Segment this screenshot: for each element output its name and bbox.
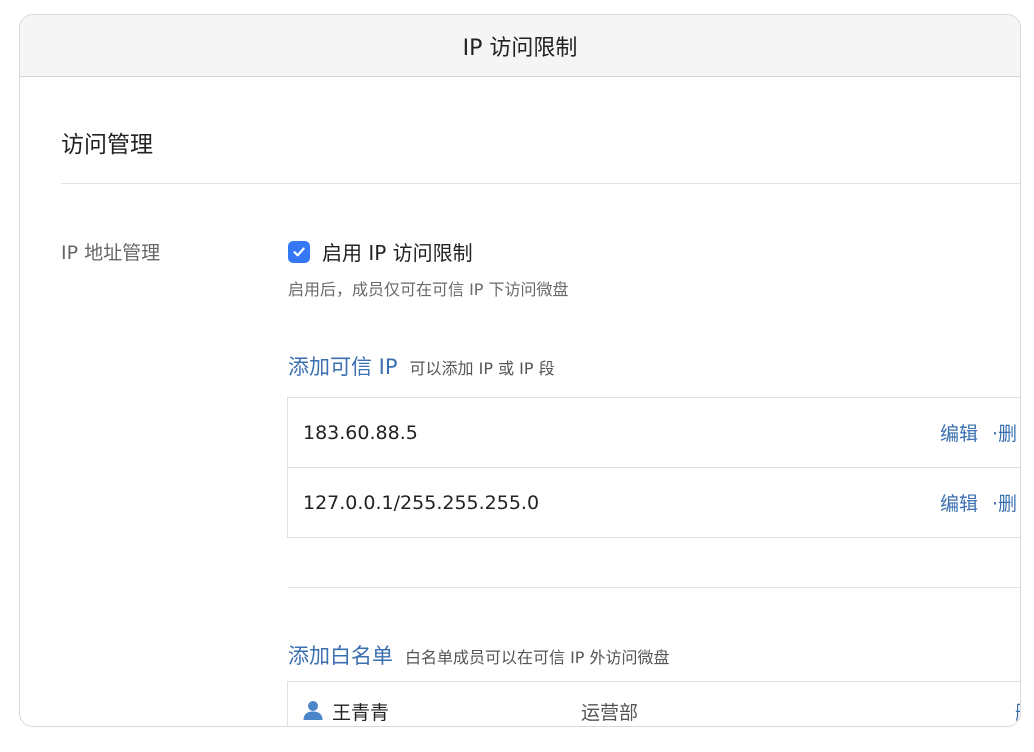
whitelist-member-list: 王青青 运营部 删 <box>287 681 1020 726</box>
trusted-ip-actions: 编辑 ·删 <box>940 398 1020 467</box>
enable-ip-restriction-label[interactable]: 启用 IP 访问限制 <box>322 237 473 266</box>
settings-window: IP 访问限制 访问管理 IP 地址管理 启用 IP 访问限制 启用后，成员仅可… <box>19 14 1021 727</box>
window-title: IP 访问限制 <box>462 35 578 61</box>
delete-ip-link[interactable]: ·删 <box>992 419 1017 446</box>
trusted-ip-value: 127.0.0.1/255.255.255.0 <box>303 491 540 514</box>
section-divider <box>61 183 1020 184</box>
add-whitelist-description: 白名单成员可以在可信 IP 外访问微盘 <box>405 648 670 667</box>
add-trusted-ip-description: 可以添加 IP 或 IP 段 <box>409 359 555 378</box>
ip-management-label: IP 地址管理 <box>61 242 161 264</box>
trusted-ip-row: 183.60.88.5 编辑 ·删 <box>288 398 1020 467</box>
delete-member-link[interactable]: 删 <box>1015 698 1020 725</box>
member-name: 王青青 <box>332 702 390 724</box>
edit-ip-link[interactable]: 编辑 <box>940 419 978 446</box>
delete-ip-link[interactable]: ·删 <box>992 489 1017 516</box>
section-title: 访问管理 <box>61 132 153 158</box>
checkmark-icon <box>293 247 305 256</box>
add-whitelist-line: 添加白名单 白名单成员可以在可信 IP 外访问微盘 <box>288 640 670 670</box>
window-titlebar: IP 访问限制 <box>20 15 1020 77</box>
edit-ip-link[interactable]: 编辑 <box>940 489 978 516</box>
whitelist-member-row: 王青青 运营部 删 <box>288 682 1020 726</box>
enable-ip-restriction-checkbox[interactable] <box>288 240 310 263</box>
trusted-ip-actions: 编辑 ·删 <box>940 468 1020 537</box>
add-trusted-ip-line: 添加可信 IP 可以添加 IP 或 IP 段 <box>288 351 555 381</box>
add-whitelist-link[interactable]: 添加白名单 <box>288 640 393 670</box>
trusted-ip-value: 183.60.88.5 <box>303 421 418 444</box>
enable-ip-restriction-toggle[interactable]: 启用 IP 访问限制 <box>288 237 473 266</box>
add-trusted-ip-link[interactable]: 添加可信 IP <box>288 351 398 381</box>
user-icon <box>303 701 323 720</box>
trusted-ip-list: 183.60.88.5 编辑 ·删 127.0.0.1/255.255.255.… <box>287 397 1020 538</box>
ip-restriction-hint: 启用后，成员仅可在可信 IP 下访问微盘 <box>288 280 569 299</box>
list-divider <box>288 587 1020 588</box>
member-department: 运营部 <box>581 702 639 724</box>
trusted-ip-row: 127.0.0.1/255.255.255.0 编辑 ·删 <box>288 467 1020 537</box>
